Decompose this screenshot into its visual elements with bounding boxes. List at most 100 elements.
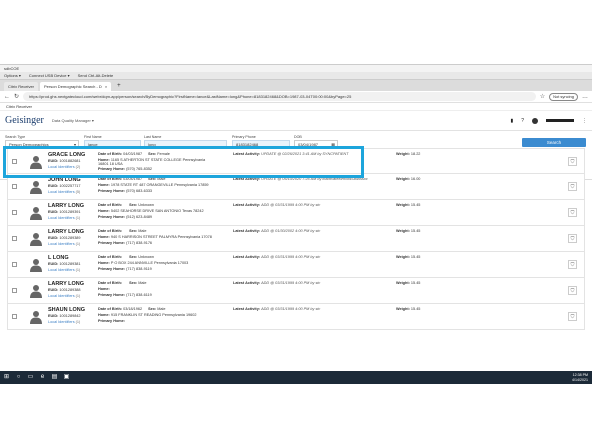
module-menu[interactable]: Data Quality Manager ▾ — [52, 118, 94, 123]
row-select-checkbox[interactable] — [12, 288, 17, 293]
dob-label: DOB — [294, 135, 302, 139]
search-button[interactable]: Search — [522, 138, 586, 147]
local-identifiers-link[interactable]: Local Identifiers (1) — [48, 294, 80, 298]
latest-activity: Latest Activity: ADD @ 03/31/1999 4:00 P… — [233, 281, 321, 285]
local-identifiers-link[interactable]: Local Identifiers (1) — [48, 268, 80, 272]
person-home-address: Home: 5402 SEAHORSE DRIVE SAN ANTONIO Te… — [98, 209, 204, 213]
system-clock[interactable]: 12:38 PM 4/14/2021 — [572, 373, 592, 382]
result-row[interactable]: L LONG EUID: 1001289381 Local Identifiers … — [7, 252, 585, 278]
row-select-checkbox[interactable] — [12, 184, 17, 189]
user-avatar[interactable] — [532, 117, 538, 124]
row-select-checkbox[interactable] — [12, 314, 17, 319]
person-euid: EUID: 1001289389 — [48, 236, 81, 240]
person-name[interactable]: L LONG — [48, 255, 69, 261]
latest-activity: Latest Activity: ADD @ 03/31/1999 4:00 P… — [233, 307, 321, 311]
bookmark-icon[interactable]: ⛉ — [568, 182, 577, 191]
person-name[interactable]: LARRY LONG — [48, 203, 84, 209]
favorites-icon[interactable]: ☆ — [540, 93, 545, 100]
local-identifiers-link[interactable]: Local Identifiers (1) — [48, 320, 80, 324]
local-identifiers-link[interactable]: Local Identifiers (1) — [48, 216, 80, 220]
citrix-menu: Options ▾ Connect USB Device ▾ Send Ctrl… — [0, 72, 592, 80]
bookmark-icon[interactable]: ⛉ — [568, 157, 577, 166]
last-name-label: Last Name — [144, 135, 162, 139]
back-icon[interactable]: ← — [4, 94, 10, 100]
bookmark-icon[interactable]: ▮ — [510, 118, 513, 124]
result-row[interactable]: SHAUN LONG EUID: 1001289842 Local Identifi… — [7, 304, 585, 330]
browser-tab-strip: Citrix Receiver Person Demographic Searc… — [0, 80, 592, 91]
latest-activity: Latest Activity: ADD @ 03/31/1999 4:00 P… — [233, 255, 321, 259]
person-name[interactable]: LARRY LONG — [48, 229, 84, 235]
bookmark-icon[interactable]: ⛉ — [568, 260, 577, 269]
person-name[interactable]: SHAUN LONG — [48, 307, 85, 313]
first-name-label: First Name — [84, 135, 102, 139]
person-dob: Date of Birth: 03/18/1962 Sex: Male — [98, 307, 166, 311]
person-phone: Primary Home: (717) 838-9119 — [98, 267, 152, 271]
match-weight: Weight: 18.22 — [396, 152, 421, 156]
person-phone: Primary Home: (512) 623-8489 — [98, 215, 153, 219]
more-icon[interactable]: … — [582, 94, 588, 100]
address-bar[interactable]: https://prod.ghs.nextgatecloud.com/webr/… — [23, 92, 536, 101]
person-phone: Primary Home: (570) 683-6333 — [98, 189, 153, 193]
latest-activity: Latest Activity: ADD @ 01/30/2002 4:00 P… — [233, 229, 321, 233]
favorites-bar-item[interactable]: Citrix Receiver — [0, 103, 592, 111]
close-icon[interactable]: × — [105, 82, 107, 91]
person-home-address: Home: 1978 STATE RT 487 ORANGEVILLE Penn… — [98, 183, 209, 187]
app-header: Geisinger Data Quality Manager ▾ ▮ ? ⋮ — [0, 111, 592, 131]
connect-usb-menu[interactable]: Connect USB Device ▾ — [29, 72, 70, 79]
person-phone: Primary Home: — [98, 319, 126, 323]
person-name[interactable]: LARRY LONG — [48, 281, 84, 287]
match-weight: Weight: 15.45 — [396, 307, 421, 311]
row-select-checkbox[interactable] — [12, 262, 17, 267]
match-weight: Weight: 15.45 — [396, 229, 421, 233]
new-tab-icon[interactable]: + — [113, 82, 125, 91]
bookmark-icon[interactable]: ⛉ — [568, 286, 577, 295]
latest-activity: Latest Activity: ADD @ 03/31/1999 4:00 P… — [233, 203, 321, 207]
sync-button[interactable]: Not syncing — [549, 92, 578, 101]
edge-icon[interactable]: e — [39, 374, 46, 381]
person-avatar-icon — [30, 258, 42, 272]
phone-label: Primary Phone — [232, 135, 256, 139]
person-avatar-icon — [30, 232, 42, 246]
person-euid: EUID: 1001289388 — [48, 288, 81, 292]
person-dob: Date of Birth: Sex: Male — [98, 229, 147, 233]
person-avatar-icon — [30, 206, 42, 220]
grid-menu-icon[interactable]: ⋮ — [582, 118, 587, 124]
app-icon[interactable]: ▣ — [63, 374, 70, 381]
person-dob: Date of Birth: Sex: Male — [98, 281, 147, 285]
browser-tab-citrix[interactable]: Citrix Receiver — [4, 82, 39, 91]
bookmark-icon[interactable]: ⛉ — [568, 234, 577, 243]
person-euid: EUID: 1002257717 — [48, 184, 81, 188]
person-home-address: Home: — [98, 287, 110, 291]
citrix-options-menu[interactable]: Options ▾ — [4, 72, 21, 79]
bookmark-icon[interactable]: ⛉ — [568, 312, 577, 321]
search-type-label: Search Type — [5, 135, 26, 139]
person-avatar-icon — [30, 180, 42, 194]
row-select-checkbox[interactable] — [12, 236, 17, 241]
person-euid: EUID: 1001289842 — [48, 314, 81, 318]
file-explorer-icon[interactable]: ▤ — [51, 374, 58, 381]
person-home-address: Home: P O BOX 244 ANNVILLE Pennsylvania … — [98, 261, 189, 265]
row-select-checkbox[interactable] — [12, 210, 17, 215]
windows-start-icon[interactable]: ⊞ — [3, 374, 10, 381]
task-view-icon[interactable]: ▭ — [27, 374, 34, 381]
bookmark-icon[interactable]: ⛉ — [568, 208, 577, 217]
browser-tab-person-search[interactable]: Person Demographic Search - D × — [40, 82, 112, 91]
person-phone: Primary Home: (717) 838-9176 — [98, 241, 153, 245]
person-dob: Date of Birth: Sex: Unknown — [98, 255, 155, 259]
result-row[interactable]: LARRY LONG EUID: 1001289388 Local Identifi… — [7, 278, 585, 304]
person-euid: EUID: 1001289381 — [48, 262, 81, 266]
refresh-icon[interactable]: ↻ — [14, 93, 19, 100]
person-home-address: Home: 915 FRANKLIN ST READING Pennsylvan… — [98, 313, 197, 317]
help-icon[interactable]: ? — [521, 118, 524, 124]
result-row[interactable]: LARRY LONG EUID: 1001289389 Local Identifi… — [7, 226, 585, 252]
match-weight: Weight: 15.45 — [396, 203, 421, 207]
match-weight: Weight: 16.00 — [396, 177, 421, 181]
search-icon[interactable]: ○ — [15, 374, 22, 381]
local-identifiers-link[interactable]: Local Identifiers (5) — [48, 190, 80, 194]
user-name-redacted[interactable] — [546, 119, 574, 122]
result-row[interactable]: LARRY LONG EUID: 1001289391 Local Identifi… — [7, 200, 585, 226]
person-dob: Date of Birth: Sex: Unknown — [98, 203, 155, 207]
geisinger-logo[interactable]: Geisinger — [5, 115, 44, 126]
local-identifiers-link[interactable]: Local Identifiers (1) — [48, 242, 80, 246]
send-ctrl-alt-del[interactable]: Send Ctrl-Alt-Delete — [78, 72, 114, 79]
